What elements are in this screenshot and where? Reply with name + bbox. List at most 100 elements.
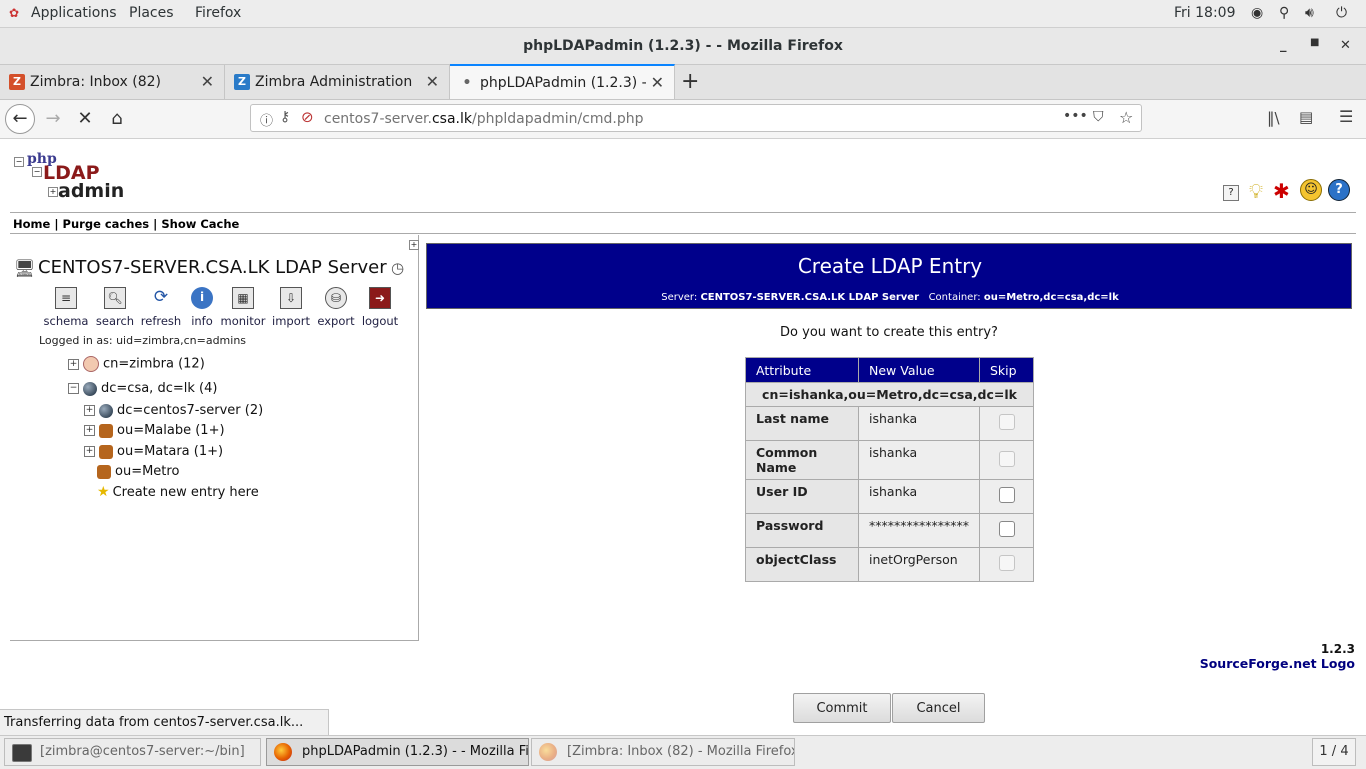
tab-phpldapadmin[interactable]: • phpLDAPadmin (1.2.3) - ✕: [450, 64, 675, 99]
expand-pane-icon[interactable]: +: [409, 240, 419, 250]
cancel-button[interactable]: Cancel: [892, 693, 985, 723]
skip-checkbox[interactable]: [998, 450, 1015, 467]
volume-icon[interactable]: 🔊︎: [1305, 5, 1314, 21]
skip-checkbox[interactable]: [998, 487, 1015, 503]
monitor-icon: ▦: [232, 287, 254, 309]
server-title[interactable]: CENTOS7-SERVER.CSA.LK LDAP Server: [38, 257, 387, 278]
close-icon[interactable]: ✕: [651, 73, 664, 92]
tab-zimbra-admin[interactable]: Z Zimbra Administration ✕: [225, 65, 450, 99]
taskbar-item-zimbra-inbox[interactable]: [Zimbra: Inbox (82) - Mozilla Firefox...: [531, 738, 795, 766]
logged-in-as: Logged in as: uid=zimbra,cn=admins: [39, 334, 247, 347]
commit-button[interactable]: Commit: [793, 693, 891, 723]
lightbulb-icon[interactable]: 💡︎: [1249, 179, 1263, 203]
column-header: Attribute: [745, 357, 859, 383]
minimize-icon[interactable]: _: [1280, 38, 1287, 53]
ou-icon: [99, 444, 113, 459]
search-tool[interactable]: 🔍︎ search: [89, 287, 141, 328]
phpldapadmin-logo[interactable]: − php − LDAP + admin: [14, 151, 124, 209]
home-icon[interactable]: ⌂: [104, 106, 130, 132]
sidebar-icon[interactable]: ▤: [1299, 108, 1313, 126]
table-row: objectClass inetOrgPerson: [745, 547, 1034, 582]
attribute-name: User ID: [745, 479, 859, 514]
tree-item[interactable]: ou=Metro: [97, 464, 179, 479]
network-icon[interactable]: ⚲: [1279, 5, 1289, 21]
back-icon[interactable]: ←: [5, 104, 35, 134]
refresh-icon: ⟳: [153, 287, 169, 307]
tab-label: phpLDAPadmin (1.2.3) -: [480, 75, 647, 91]
skip-checkbox[interactable]: [998, 555, 1015, 571]
attribute-name: objectClass: [745, 547, 859, 582]
attribute-value: ishanka: [858, 406, 980, 441]
help-question-icon[interactable]: ?: [1223, 185, 1239, 201]
close-icon[interactable]: ✕: [201, 72, 214, 91]
firefox-app-menu[interactable]: Firefox: [195, 5, 241, 21]
show-cache-link[interactable]: Show Cache: [161, 217, 239, 231]
close-icon[interactable]: ✕: [426, 72, 439, 91]
tree-item[interactable]: − dc=csa, dc=lk (4): [68, 381, 217, 396]
url-bar[interactable]: ⓘ ⚷ ⊘ centos7-server.csa.lk/phpldapadmin…: [250, 104, 1142, 132]
expand-icon[interactable]: +: [68, 358, 79, 370]
attribute-value: ishanka: [858, 479, 980, 514]
expand-icon[interactable]: +: [84, 446, 95, 457]
collapse-icon[interactable]: −: [68, 383, 79, 394]
power-icon[interactable]: ⏻: [1336, 5, 1347, 21]
monitor-tool[interactable]: ▦ monitor: [217, 287, 269, 328]
purge-caches-link[interactable]: Purge caches: [63, 217, 150, 231]
page-content: − php − LDAP + admin ? 💡︎ ✱ ☺ ? Home | P…: [0, 139, 1366, 723]
tree-item[interactable]: + cn=zimbra (12): [68, 356, 205, 372]
url-text: centos7-server.csa.lk/phpldapadmin/cmd.p…: [324, 111, 644, 127]
tab-strip: Z Zimbra: Inbox (82) ✕ Z Zimbra Administ…: [0, 64, 1366, 100]
table-row: Common Name ishanka: [745, 440, 1034, 480]
close-icon[interactable]: ✕: [1340, 38, 1351, 53]
expand-icon[interactable]: +: [84, 425, 95, 436]
skip-checkbox[interactable]: [998, 414, 1015, 430]
logout-tool[interactable]: ➜ logout: [354, 287, 406, 328]
stop-icon[interactable]: ✕: [72, 106, 98, 132]
banner-subtitle: Server: CENTOS7-SERVER.CSA.LK LDAP Serve…: [661, 292, 1119, 303]
table-row: User ID ishanka: [745, 479, 1034, 514]
hamburger-menu-icon[interactable]: ☰: [1339, 107, 1353, 126]
smiley-icon[interactable]: ☺: [1300, 179, 1322, 201]
page-actions-icon[interactable]: •••: [1063, 108, 1088, 124]
tree-item[interactable]: + ou=Matara (1+): [84, 444, 223, 459]
sourceforge-logo-link[interactable]: SourceForge.net Logo: [1200, 656, 1355, 671]
library-icon[interactable]: ‖\: [1267, 109, 1280, 127]
maximize-icon[interactable]: ■: [1310, 37, 1319, 48]
new-tab-icon[interactable]: +: [681, 69, 699, 94]
info-icon[interactable]: ⓘ: [260, 110, 273, 129]
create-new-entry-link[interactable]: ★ Create new entry here: [97, 484, 259, 500]
search-icon: 🔍︎: [104, 287, 126, 309]
tab-label: Zimbra: Inbox (82): [30, 74, 162, 90]
help-icon[interactable]: ?: [1328, 179, 1350, 201]
user-icon: [83, 356, 99, 372]
tree-item[interactable]: + ou=Malabe (1+): [84, 423, 225, 438]
key-icon[interactable]: ⚷: [280, 109, 290, 125]
confirm-question: Do you want to create this entry?: [780, 325, 998, 340]
home-link[interactable]: Home: [13, 217, 50, 231]
applications-menu[interactable]: Applications: [31, 5, 117, 21]
pocket-icon[interactable]: ⛉: [1093, 109, 1104, 125]
camera-icon[interactable]: ◉: [1251, 5, 1263, 21]
clock[interactable]: Fri 18:09: [1174, 5, 1235, 21]
forward-icon[interactable]: →: [40, 106, 66, 132]
taskbar-item-phpldapadmin[interactable]: phpLDAPadmin (1.2.3) - - Mozilla Fir...: [266, 738, 529, 766]
window-titlebar: phpLDAPadmin (1.2.3) - - Mozilla Firefox…: [0, 28, 1366, 65]
schema-icon: ≡: [55, 287, 77, 309]
bug-icon[interactable]: ✱: [1273, 179, 1290, 203]
expand-icon[interactable]: +: [84, 405, 95, 416]
column-header: New Value: [858, 357, 980, 383]
skip-checkbox[interactable]: [998, 521, 1015, 537]
table-row: Password ****************: [745, 513, 1034, 548]
table-row: Last name ishanka: [745, 406, 1034, 441]
tab-zimbra-inbox[interactable]: Z Zimbra: Inbox (82) ✕: [0, 65, 225, 99]
globe-icon: [99, 403, 113, 418]
globe-icon: [83, 381, 97, 396]
insecure-lock-icon[interactable]: ⊘: [301, 108, 314, 126]
schema-tool[interactable]: ≡ schema: [40, 287, 92, 328]
clock-icon[interactable]: ◷: [391, 259, 404, 277]
tree-item[interactable]: + dc=centos7-server (2): [84, 403, 263, 418]
places-menu[interactable]: Places: [129, 5, 174, 21]
workspace-switcher[interactable]: 1 / 4: [1312, 738, 1356, 766]
bookmark-star-icon[interactable]: ☆: [1119, 108, 1133, 127]
taskbar-item-terminal[interactable]: [zimbra@centos7-server:~/bin]: [4, 738, 261, 766]
